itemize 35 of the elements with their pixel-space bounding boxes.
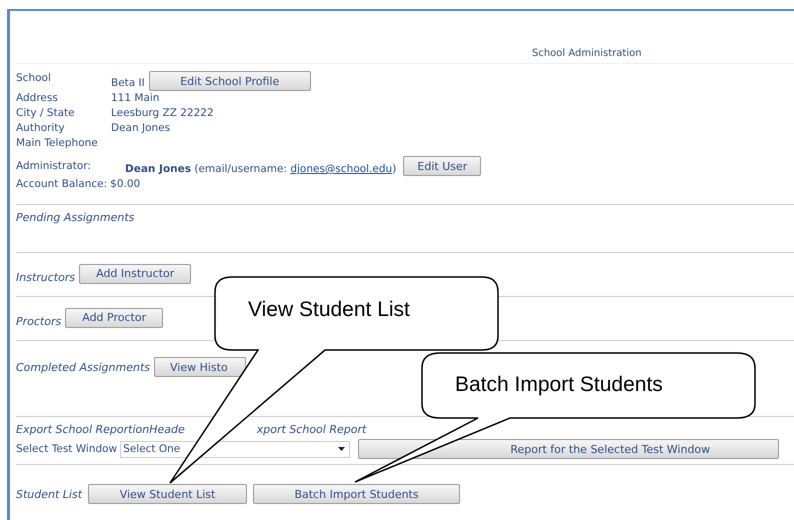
field-value: Leesburg ZZ 22222 (111, 106, 214, 121)
field-label: City / State (16, 106, 76, 121)
section-button[interactable]: View Histo (154, 357, 246, 377)
field-label: Administrator: (16, 160, 92, 172)
callout-text: Batch Import Students (455, 373, 663, 397)
section-title: xport School Report (256, 423, 366, 436)
section-title: Proctors (16, 315, 62, 328)
section-button[interactable]: Add Instructor (79, 264, 192, 284)
field-value: $0.00 (110, 178, 140, 190)
field-label: Authority (16, 121, 66, 136)
field-label: Account Balance: (16, 178, 108, 190)
field-label: Main Telephone (16, 136, 99, 151)
edit-profile-button[interactable]: Edit School Profile (148, 71, 311, 91)
field-label: School (16, 71, 52, 86)
section-title: Completed Assignments (16, 361, 150, 374)
test-window-select[interactable]: Select One (120, 440, 350, 458)
generate-report-button[interactable]: Report for the Selected Test Window (358, 439, 780, 459)
administrator-text: Dean Jones (email/username: djones@school.edu) (125, 163, 396, 175)
section-title: Export School ReportionHeade (16, 423, 185, 436)
field-label: Address (16, 91, 59, 106)
field-value: Beta II (111, 76, 145, 91)
section-title: Pending Assignments (16, 211, 134, 224)
email-link[interactable]: djones@school.edu (290, 163, 392, 175)
section-title: Instructors (16, 271, 76, 284)
field-label: Select Test Window (16, 443, 118, 455)
field-value: 111 Main (111, 91, 160, 106)
student-list-button[interactable]: Batch Import Students (253, 484, 460, 504)
edit-user-button[interactable]: Edit User (403, 156, 482, 176)
callout-text: View Student List (248, 298, 410, 322)
field-value: Dean Jones (111, 121, 170, 136)
caret-icon (338, 447, 346, 451)
student-list-button[interactable]: View Student List (88, 484, 248, 504)
section-button[interactable]: Add Proctor (65, 308, 164, 328)
section-title: Student List (16, 488, 82, 500)
page-title: School Administration (532, 48, 642, 59)
